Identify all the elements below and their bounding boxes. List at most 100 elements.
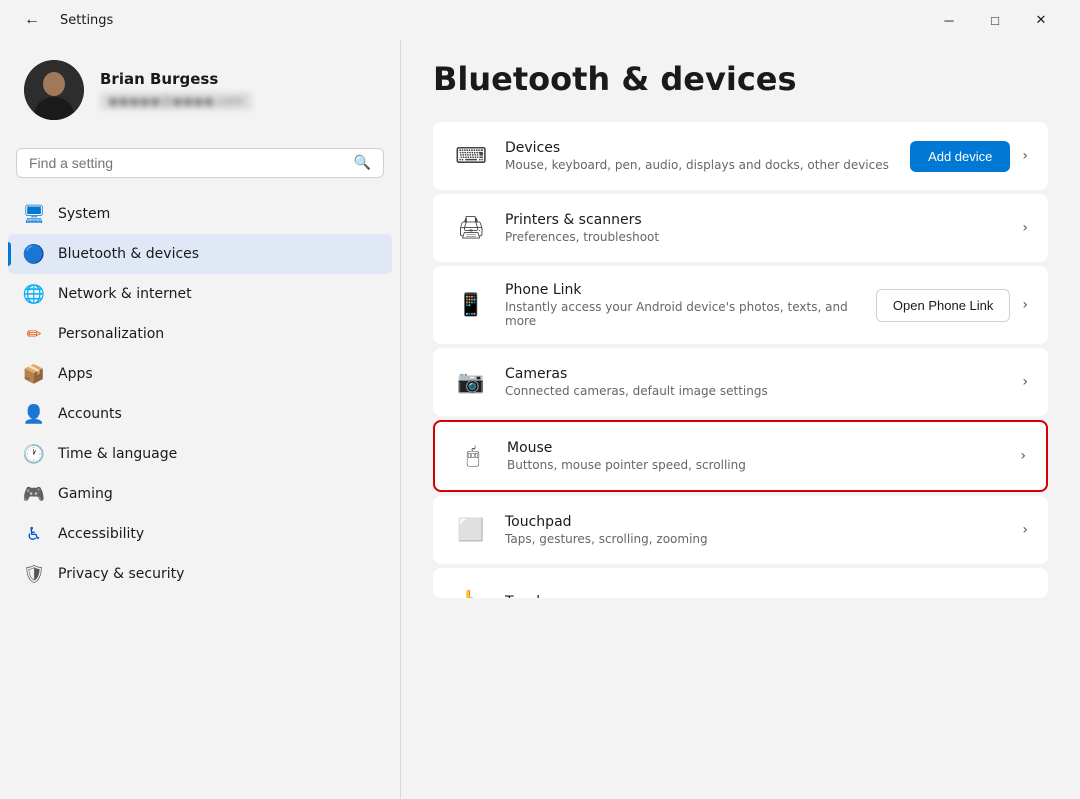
nav-icon-gaming: 🎮	[24, 484, 44, 504]
settings-row-touchpad[interactable]: ⬜ Touchpad Taps, gestures, scrolling, zo…	[433, 496, 1048, 564]
settings-card-cameras: 📷 Cameras Connected cameras, default ima…	[433, 348, 1048, 416]
sidebar-item-time[interactable]: 🕐 Time & language	[8, 434, 392, 474]
chevron-icon-devices: ›	[1022, 148, 1028, 164]
user-info: Brian Burgess ●●●●●@●●●●.com	[100, 70, 252, 110]
sidebar-item-privacy[interactable]: 🛡 Privacy & security	[8, 554, 392, 594]
settings-card-touch: 👆 Touch ›	[433, 568, 1048, 598]
settings-action-phonelink: Open Phone Link ›	[876, 289, 1028, 322]
sidebar-item-network[interactable]: 🌐 Network & internet	[8, 274, 392, 314]
app-title: Settings	[60, 13, 113, 28]
sidebar-item-personalization[interactable]: ✏ Personalization	[8, 314, 392, 354]
settings-text-printers: Printers & scanners Preferences, trouble…	[505, 212, 1006, 244]
sidebar-item-accessibility[interactable]: ♿ Accessibility	[8, 514, 392, 554]
settings-title-touch: Touch	[505, 594, 1006, 598]
sidebar-item-bluetooth[interactable]: 🔵 Bluetooth & devices	[8, 234, 392, 274]
settings-text-touchpad: Touchpad Taps, gestures, scrolling, zoom…	[505, 514, 1006, 546]
nav-label-network: Network & internet	[58, 286, 192, 302]
nav-icon-accessibility: ♿	[24, 524, 44, 544]
settings-title-phonelink: Phone Link	[505, 282, 860, 298]
settings-title-touchpad: Touchpad	[505, 514, 1006, 530]
settings-title-cameras: Cameras	[505, 366, 1006, 382]
nav-list: 🖥 System 🔵 Bluetooth & devices 🌐 Network…	[0, 194, 400, 594]
settings-action-touch: ›	[1022, 594, 1028, 598]
nav-label-time: Time & language	[58, 446, 177, 462]
maximize-button[interactable]: □	[972, 4, 1018, 36]
chevron-icon-touch: ›	[1022, 594, 1028, 598]
settings-subtitle-cameras: Connected cameras, default image setting…	[505, 384, 1006, 398]
settings-row-touch[interactable]: 👆 Touch ›	[433, 568, 1048, 598]
settings-row-printers[interactable]: 🖨 Printers & scanners Preferences, troub…	[433, 194, 1048, 262]
sidebar-item-system[interactable]: 🖥 System	[8, 194, 392, 234]
settings-subtitle-printers: Preferences, troubleshoot	[505, 230, 1006, 244]
nav-icon-accounts: 👤	[24, 404, 44, 424]
search-input[interactable]	[29, 155, 346, 171]
nav-label-accounts: Accounts	[58, 406, 122, 422]
settings-text-devices: Devices Mouse, keyboard, pen, audio, dis…	[505, 140, 894, 172]
chevron-icon-touchpad: ›	[1022, 522, 1028, 538]
settings-icon-touchpad: ⬜	[453, 512, 489, 548]
user-email: ●●●●●@●●●●.com	[100, 92, 252, 110]
settings-text-touch: Touch	[505, 594, 1006, 598]
back-button[interactable]: ←	[16, 4, 48, 36]
settings-subtitle-devices: Mouse, keyboard, pen, audio, displays an…	[505, 158, 894, 172]
sidebar-item-apps[interactable]: 📦 Apps	[8, 354, 392, 394]
nav-icon-network: 🌐	[24, 284, 44, 304]
settings-row-phonelink[interactable]: 📱 Phone Link Instantly access your Andro…	[433, 266, 1048, 344]
search-container: 🔍	[0, 140, 400, 194]
settings-text-phonelink: Phone Link Instantly access your Android…	[505, 282, 860, 328]
nav-icon-apps: 📦	[24, 364, 44, 384]
main-content: Bluetooth & devices ⌨ Devices Mouse, key…	[401, 40, 1080, 799]
open-phone-link-button[interactable]: Open Phone Link	[876, 289, 1010, 322]
app-body: Brian Burgess ●●●●●@●●●●.com 🔍 🖥 System …	[0, 40, 1080, 799]
page-title: Bluetooth & devices	[433, 60, 1048, 98]
close-button[interactable]: ✕	[1018, 4, 1064, 36]
settings-subtitle-touchpad: Taps, gestures, scrolling, zooming	[505, 532, 1006, 546]
sidebar-item-gaming[interactable]: 🎮 Gaming	[8, 474, 392, 514]
settings-icon-printers: 🖨	[453, 210, 489, 246]
user-profile: Brian Burgess ●●●●●@●●●●.com	[0, 40, 400, 140]
settings-row-mouse[interactable]: 🖱 Mouse Buttons, mouse pointer speed, sc…	[435, 422, 1046, 490]
settings-card-printers: 🖨 Printers & scanners Preferences, troub…	[433, 194, 1048, 262]
title-bar: ← Settings ─ □ ✕	[0, 0, 1080, 40]
nav-label-gaming: Gaming	[58, 486, 113, 502]
nav-icon-system: 🖥	[24, 204, 44, 224]
settings-icon-cameras: 📷	[453, 364, 489, 400]
avatar	[24, 60, 84, 120]
settings-icon-phonelink: 📱	[453, 287, 489, 323]
settings-card-mouse: 🖱 Mouse Buttons, mouse pointer speed, sc…	[433, 420, 1048, 492]
minimize-button[interactable]: ─	[926, 4, 972, 36]
nav-icon-bluetooth: 🔵	[24, 244, 44, 264]
search-icon: 🔍	[354, 155, 371, 171]
settings-action-touchpad: ›	[1022, 522, 1028, 538]
nav-label-system: System	[58, 206, 110, 222]
nav-label-privacy: Privacy & security	[58, 566, 184, 582]
sidebar: Brian Burgess ●●●●●@●●●●.com 🔍 🖥 System …	[0, 40, 400, 799]
sidebar-item-accounts[interactable]: 👤 Accounts	[8, 394, 392, 434]
settings-row-cameras[interactable]: 📷 Cameras Connected cameras, default ima…	[433, 348, 1048, 416]
nav-label-accessibility: Accessibility	[58, 526, 144, 542]
settings-subtitle-mouse: Buttons, mouse pointer speed, scrolling	[507, 458, 1004, 472]
nav-icon-privacy: 🛡	[24, 564, 44, 584]
settings-action-devices: Add device ›	[910, 141, 1028, 172]
chevron-icon-phonelink: ›	[1022, 297, 1028, 313]
settings-list: ⌨ Devices Mouse, keyboard, pen, audio, d…	[433, 122, 1048, 598]
settings-action-cameras: ›	[1022, 374, 1028, 390]
chevron-icon-mouse: ›	[1020, 448, 1026, 464]
user-name: Brian Burgess	[100, 70, 252, 88]
settings-subtitle-phonelink: Instantly access your Android device's p…	[505, 300, 860, 328]
settings-icon-mouse: 🖱	[455, 438, 491, 474]
settings-row-devices[interactable]: ⌨ Devices Mouse, keyboard, pen, audio, d…	[433, 122, 1048, 190]
settings-title-mouse: Mouse	[507, 440, 1004, 456]
settings-text-mouse: Mouse Buttons, mouse pointer speed, scro…	[507, 440, 1004, 472]
settings-icon-devices: ⌨	[453, 138, 489, 174]
settings-icon-touch: 👆	[453, 584, 489, 598]
settings-action-mouse: ›	[1020, 448, 1026, 464]
nav-icon-time: 🕐	[24, 444, 44, 464]
add-device-button[interactable]: Add device	[910, 141, 1010, 172]
chevron-icon-cameras: ›	[1022, 374, 1028, 390]
settings-card-phonelink: 📱 Phone Link Instantly access your Andro…	[433, 266, 1048, 344]
nav-label-bluetooth: Bluetooth & devices	[58, 246, 199, 262]
settings-card-devices: ⌨ Devices Mouse, keyboard, pen, audio, d…	[433, 122, 1048, 190]
nav-label-apps: Apps	[58, 366, 93, 382]
nav-icon-personalization: ✏	[24, 324, 44, 344]
